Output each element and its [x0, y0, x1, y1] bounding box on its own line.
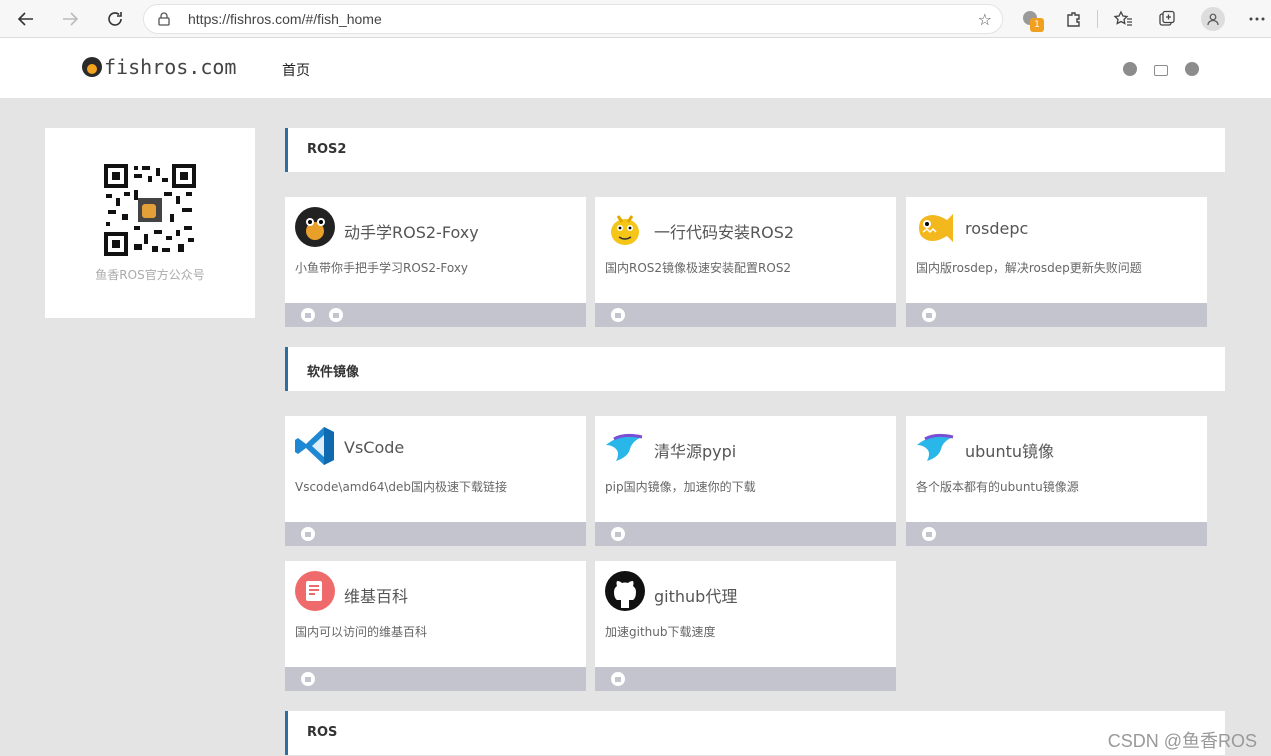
- card-desc: Vscode\amd64\deb国内极速下载链接: [295, 480, 508, 494]
- card-desc: pip国内镜像，加速你的下载: [605, 480, 756, 494]
- browser-toolbar: https://fishros.com/#/fish_home ☆ 1: [0, 0, 1271, 38]
- home-icon[interactable]: [611, 672, 625, 686]
- github-icon[interactable]: [1123, 62, 1137, 76]
- card-wikipedia[interactable]: 维基百科 国内可以访问的维基百科: [285, 561, 586, 691]
- nav-home-link[interactable]: 首页: [282, 60, 310, 80]
- profile-icon[interactable]: [1201, 7, 1225, 31]
- extension-badge: 1: [1030, 18, 1044, 32]
- address-bar[interactable]: https://fishros.com/#/fish_home ☆: [143, 4, 1003, 34]
- section-title: ROS: [307, 725, 338, 740]
- home-icon[interactable]: [301, 527, 315, 541]
- tuna-fish-icon: [917, 433, 954, 461]
- card-footer: [595, 522, 896, 546]
- home-icon[interactable]: [611, 527, 625, 541]
- qr-label: 鱼香ROS官方公众号: [95, 268, 205, 282]
- section-header-ros2: ROS2: [285, 128, 1225, 172]
- card-desc: 国内可以访问的维基百科: [295, 625, 428, 639]
- card-footer: [285, 667, 586, 691]
- card-title: 维基百科: [344, 587, 409, 606]
- github-icon[interactable]: [329, 308, 343, 322]
- favorites-icon[interactable]: [1112, 8, 1134, 30]
- card-footer: [906, 303, 1207, 327]
- bilibili-icon[interactable]: [1154, 65, 1168, 76]
- zhihu-icon[interactable]: [1185, 62, 1199, 76]
- card-desc: 国内版rosdep，解决rosdep更新失败问题: [916, 261, 1142, 275]
- back-icon[interactable]: [14, 7, 38, 31]
- logo-text: fishros.com: [104, 55, 237, 79]
- card-title: 清华源pypi: [654, 442, 737, 461]
- bony-fish-icon: [919, 214, 953, 242]
- card-tuna-pypi[interactable]: 清华源pypi pip国内镜像，加速你的下载: [595, 416, 896, 546]
- home-icon[interactable]: [301, 308, 315, 322]
- card-footer: [595, 667, 896, 691]
- card-ubuntu-mirror[interactable]: ubuntu镜像 各个版本都有的ubuntu镜像源: [906, 416, 1207, 546]
- home-icon[interactable]: [922, 308, 936, 322]
- fish-logo-icon: [82, 57, 102, 77]
- tuna-fish-icon: [606, 433, 643, 461]
- card-title: 动手学ROS2-Foxy: [344, 223, 479, 242]
- card-title: 一行代码安装ROS2: [654, 223, 795, 242]
- card-github-proxy[interactable]: github代理 加速github下载速度: [595, 561, 896, 691]
- qr-code-image: [104, 164, 196, 256]
- forward-icon[interactable]: [58, 7, 82, 31]
- refresh-icon[interactable]: [103, 7, 127, 31]
- card-desc: 小鱼带你手把手学习ROS2-Foxy: [295, 261, 469, 275]
- card-ros2-foxy[interactable]: 动手学ROS2-Foxy 小鱼带你手把手学习ROS2-Foxy: [285, 197, 586, 327]
- section-header-mirrors: 软件镜像: [285, 347, 1225, 391]
- card-rosdepc[interactable]: rosdepc 国内版rosdep，解决rosdep更新失败问题: [906, 197, 1207, 327]
- card-title: github代理: [654, 587, 738, 606]
- card-footer: [285, 303, 586, 327]
- add-favorite-icon[interactable]: ☆: [978, 10, 992, 29]
- yellow-fish-icon: [611, 215, 639, 245]
- card-footer: [595, 303, 896, 327]
- card-title: rosdepc: [965, 219, 1029, 238]
- section-title: 软件镜像: [307, 365, 360, 380]
- more-icon[interactable]: [1246, 8, 1268, 30]
- toolbar-separator: [1097, 10, 1098, 28]
- puzzle-icon[interactable]: [1063, 8, 1085, 30]
- card-footer: [285, 522, 586, 546]
- card-vscode[interactable]: VsCode Vscode\amd64\deb国内极速下载链接: [285, 416, 586, 546]
- csdn-watermark: CSDN @鱼香ROS: [1107, 731, 1257, 751]
- card-desc: 各个版本都有的ubuntu镜像源: [916, 480, 1079, 494]
- lock-icon[interactable]: [158, 12, 170, 26]
- github-octocat-icon: [605, 571, 645, 611]
- card-footer: [906, 522, 1207, 546]
- fish-avatar-icon: [295, 207, 335, 247]
- collections-icon[interactable]: [1156, 8, 1178, 30]
- card-desc: 加速github下载速度: [605, 625, 716, 639]
- qr-card: 鱼香ROS官方公众号: [45, 128, 255, 318]
- card-title: VsCode: [344, 438, 405, 457]
- section-title: ROS2: [307, 142, 347, 157]
- home-icon[interactable]: [922, 527, 936, 541]
- wiki-icon: [295, 571, 335, 611]
- card-title: ubuntu镜像: [965, 442, 1054, 461]
- home-icon[interactable]: [611, 308, 625, 322]
- card-install-ros2[interactable]: 一行代码安装ROS2 国内ROS2镜像极速安装配置ROS2: [595, 197, 896, 327]
- url-text: https://fishros.com/#/fish_home: [188, 11, 382, 27]
- site-logo[interactable]: fishros.com: [82, 55, 236, 79]
- home-icon[interactable]: [301, 672, 315, 686]
- vscode-icon: [295, 427, 334, 465]
- card-desc: 国内ROS2镜像极速安装配置ROS2: [605, 261, 792, 275]
- section-header-ros: ROS: [285, 711, 1225, 755]
